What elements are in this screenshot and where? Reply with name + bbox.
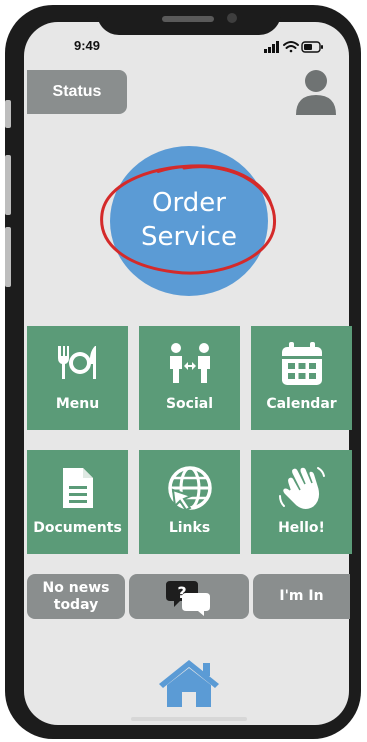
- home-icon[interactable]: [157, 658, 221, 708]
- news-line1: No news: [42, 579, 110, 596]
- menu-label: Menu: [55, 396, 100, 412]
- documents-label: Documents: [33, 520, 122, 536]
- front-camera: [227, 13, 237, 23]
- order-service-button[interactable]: Order Service: [110, 146, 268, 296]
- cellular-signal-icon: [264, 41, 279, 53]
- calendar-label: Calendar: [266, 396, 337, 412]
- social-tile[interactable]: Social: [139, 326, 240, 430]
- news-line2: today: [53, 596, 99, 613]
- question-chat-icon: ?: [166, 580, 210, 616]
- order-service-line2: Service: [140, 222, 238, 252]
- status-button[interactable]: Status: [27, 70, 127, 114]
- people-exchange-icon: [169, 343, 210, 383]
- status-time: 9:49: [74, 38, 101, 53]
- notch: [97, 5, 281, 35]
- hello-label: Hello!: [278, 520, 325, 536]
- links-label: Links: [168, 520, 211, 536]
- menu-tile[interactable]: Menu: [27, 326, 128, 430]
- status-indicators: [264, 41, 323, 53]
- hello-tile[interactable]: Hello!: [251, 450, 352, 554]
- globe-cursor-icon: [167, 466, 212, 512]
- wifi-icon: [283, 41, 299, 53]
- battery-icon: [301, 41, 323, 53]
- calendar-tile[interactable]: Calendar: [251, 326, 352, 430]
- utensils-plate-icon: [57, 346, 96, 379]
- calendar-icon: [281, 342, 322, 385]
- documents-tile[interactable]: Documents: [27, 450, 128, 554]
- news-button[interactable]: No news today: [27, 574, 125, 619]
- order-service-line1: Order: [152, 188, 226, 218]
- volume-down-button: [5, 227, 11, 287]
- speaker-grille: [162, 16, 214, 22]
- waving-hand-icon: [278, 466, 325, 511]
- order-service-label: Order Service: [110, 186, 268, 254]
- social-label: Social: [165, 396, 214, 412]
- mute-switch: [5, 100, 11, 128]
- document-icon: [62, 468, 93, 508]
- home-indicator[interactable]: [131, 717, 247, 721]
- help-chat-button[interactable]: ?: [129, 574, 249, 619]
- user-avatar-icon[interactable]: [294, 68, 338, 116]
- im-in-button[interactable]: I'm In: [253, 574, 350, 619]
- links-tile[interactable]: Links: [139, 450, 240, 554]
- volume-up-button: [5, 155, 11, 215]
